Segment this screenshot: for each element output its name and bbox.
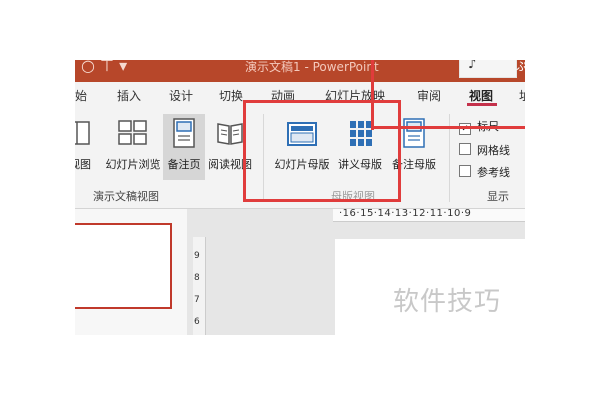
slide-sorter-label: 幻灯片浏览	[105, 158, 161, 171]
normal-view-icon	[75, 121, 90, 145]
vertical-ruler-mark: 6	[194, 317, 200, 327]
document-title: 演示文稿1 - PowerPoint	[245, 60, 379, 74]
tab-review[interactable]: 审阅	[417, 87, 441, 104]
vertical-ruler-mark: 8	[194, 273, 200, 283]
tab-design[interactable]: 设计	[169, 87, 193, 104]
tab-view[interactable]: 视图	[469, 87, 493, 104]
horizontal-ruler-marks: ·16·15·14·13·12·11·10·9	[339, 208, 472, 219]
checkbox-checked-icon: ✓	[459, 123, 471, 135]
guides-checkbox[interactable]: 参考线	[459, 164, 510, 180]
normal-view-button[interactable]: 视图	[75, 114, 99, 180]
normal-view-label: 视图	[75, 158, 91, 171]
notes-page-button[interactable]: 备注页	[163, 114, 205, 180]
horizontal-ruler: ·16·15·14·13·12·11·10·9	[333, 208, 525, 222]
search-box[interactable]: ♪	[459, 60, 517, 78]
gridlines-checkbox[interactable]: 网格线	[459, 142, 510, 158]
active-tab-underline	[467, 103, 497, 106]
vertical-ruler: 9 8 7 6	[193, 237, 206, 335]
search-icon: ♪	[468, 60, 477, 72]
slide-sorter-button[interactable]: 幻灯片浏览	[105, 114, 161, 180]
reading-view-icon	[217, 123, 243, 145]
checkbox-icon	[459, 165, 471, 177]
highlight-box	[243, 100, 401, 202]
presentation-views-group-label: 演示文稿视图	[93, 190, 159, 203]
vertical-ruler-mark: 9	[194, 251, 200, 261]
powerpoint-window: ○ ⊤ ▾ 演示文稿1 - PowerPoint ♪ ぷ 始 插入 设计 切换 …	[75, 60, 525, 335]
tab-insert[interactable]: 插入	[117, 87, 141, 104]
notes-master-icon	[403, 118, 425, 148]
slide-thumbnail[interactable]	[75, 223, 172, 309]
tab-transitions[interactable]: 切换	[219, 87, 243, 104]
gridlines-label: 网格线	[477, 144, 510, 157]
title-bar: ○ ⊤ ▾ 演示文稿1 - PowerPoint ♪ ぷ	[75, 60, 525, 82]
watermark-text: 软件技巧	[393, 287, 502, 317]
tab-overflow[interactable]: 址	[519, 87, 525, 104]
vertical-ruler-mark: 7	[194, 295, 200, 305]
show-group-label: 显示	[487, 190, 509, 203]
title-bar-extra: ぷ	[516, 60, 525, 73]
slide-sorter-icon	[118, 120, 147, 145]
tab-home[interactable]: 始	[75, 87, 87, 104]
checkbox-icon	[459, 143, 471, 155]
highlight-line	[371, 126, 525, 129]
workspace: ·16·15·14·13·12·11·10·9 9 8 7 6 软件技巧	[75, 208, 525, 335]
quick-access-toolbar[interactable]: ○ ⊤ ▾	[81, 60, 127, 75]
guides-label: 参考线	[477, 166, 510, 179]
notes-page-icon	[173, 118, 195, 148]
highlight-line	[371, 60, 374, 104]
slide-thumbnail-pane	[75, 209, 187, 335]
notes-page-label: 备注页	[167, 158, 201, 171]
